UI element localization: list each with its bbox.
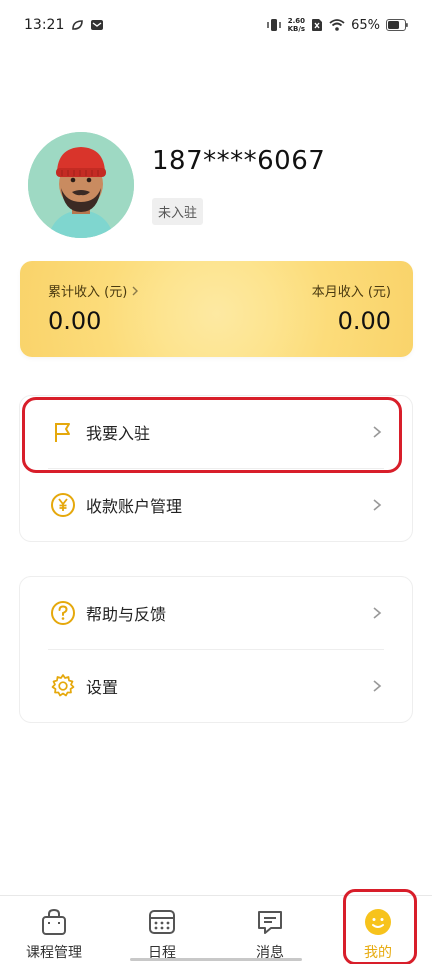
chevron-right-icon — [373, 499, 382, 511]
bottom-nav: 课程管理 日程 消息 我的 — [0, 895, 432, 964]
menu-group-account: 我要入驻 收款账户管理 — [19, 395, 413, 542]
chevron-right-icon — [373, 607, 382, 619]
status-badge: 未入驻 — [152, 198, 204, 225]
phone-number: 187****6067 — [152, 146, 326, 176]
menu-item-label: 我要入驻 — [86, 424, 151, 443]
screen: 13:21 2.60 KB/s 65% 187****6067 未入驻 累计收入… — [0, 0, 432, 964]
chevron-right-icon — [373, 426, 382, 438]
net-speed-unit: KB/s — [287, 25, 306, 33]
tab-label: 课程管理 — [26, 945, 82, 961]
bag-icon — [41, 908, 67, 940]
profile-header: 187****6067 未入驻 — [28, 132, 408, 242]
avatar[interactable] — [28, 132, 134, 238]
month-income-label: 本月收入 (元) — [311, 285, 391, 300]
tab-messages[interactable]: 消息 — [216, 896, 324, 964]
yen-icon — [50, 492, 76, 518]
total-income-link[interactable]: 累计收入 (元) — [48, 281, 139, 300]
menu-item-label: 设置 — [86, 678, 119, 697]
battery-percent: 65% — [351, 17, 380, 33]
vibrate-icon — [266, 18, 282, 32]
net-speed: 2.60 KB/s — [288, 17, 305, 33]
battery-icon — [386, 19, 408, 31]
status-time: 13:21 — [24, 17, 65, 33]
question-icon — [50, 600, 76, 626]
total-income-label: 累计收入 (元) — [48, 285, 128, 300]
status-left: 13:21 — [24, 17, 104, 33]
calendar-icon — [148, 908, 176, 940]
status-right: 2.60 KB/s 65% — [266, 17, 408, 33]
chevron-right-icon — [373, 680, 382, 692]
tab-label: 我的 — [364, 945, 392, 961]
avatar-image — [28, 132, 134, 238]
leaf-app-icon — [70, 18, 84, 32]
month-income-value: 0.00 — [337, 307, 391, 335]
smiley-icon — [364, 908, 392, 940]
menu-item-label: 帮助与反馈 — [86, 605, 167, 624]
menu-item-settings[interactable]: 设置 — [20, 650, 412, 722]
menu-item-apply[interactable]: 我要入驻 — [20, 396, 412, 468]
net-speed-value: 2.60 — [287, 17, 305, 25]
total-income-value: 0.00 — [48, 307, 102, 335]
no-sim-icon — [311, 18, 323, 32]
menu-item-help[interactable]: 帮助与反馈 — [20, 577, 412, 649]
status-bar: 13:21 2.60 KB/s 65% — [0, 0, 432, 50]
wifi-icon — [329, 18, 345, 32]
income-card: 累计收入 (元) 0.00 本月收入 (元) 0.00 — [20, 261, 413, 357]
message-icon — [256, 908, 284, 940]
menu-item-payment-account[interactable]: 收款账户管理 — [20, 469, 412, 541]
menu-group-help: 帮助与反馈 设置 — [19, 576, 413, 723]
flag-icon — [50, 419, 76, 445]
menu-item-label: 收款账户管理 — [86, 497, 183, 516]
home-indicator[interactable] — [130, 958, 302, 961]
tab-mine[interactable]: 我的 — [324, 896, 432, 964]
mail-app-icon — [90, 18, 104, 32]
gear-icon — [50, 673, 76, 699]
tab-schedule[interactable]: 日程 — [108, 896, 216, 964]
tab-course-management[interactable]: 课程管理 — [0, 896, 108, 964]
chevron-right-icon — [131, 285, 139, 299]
